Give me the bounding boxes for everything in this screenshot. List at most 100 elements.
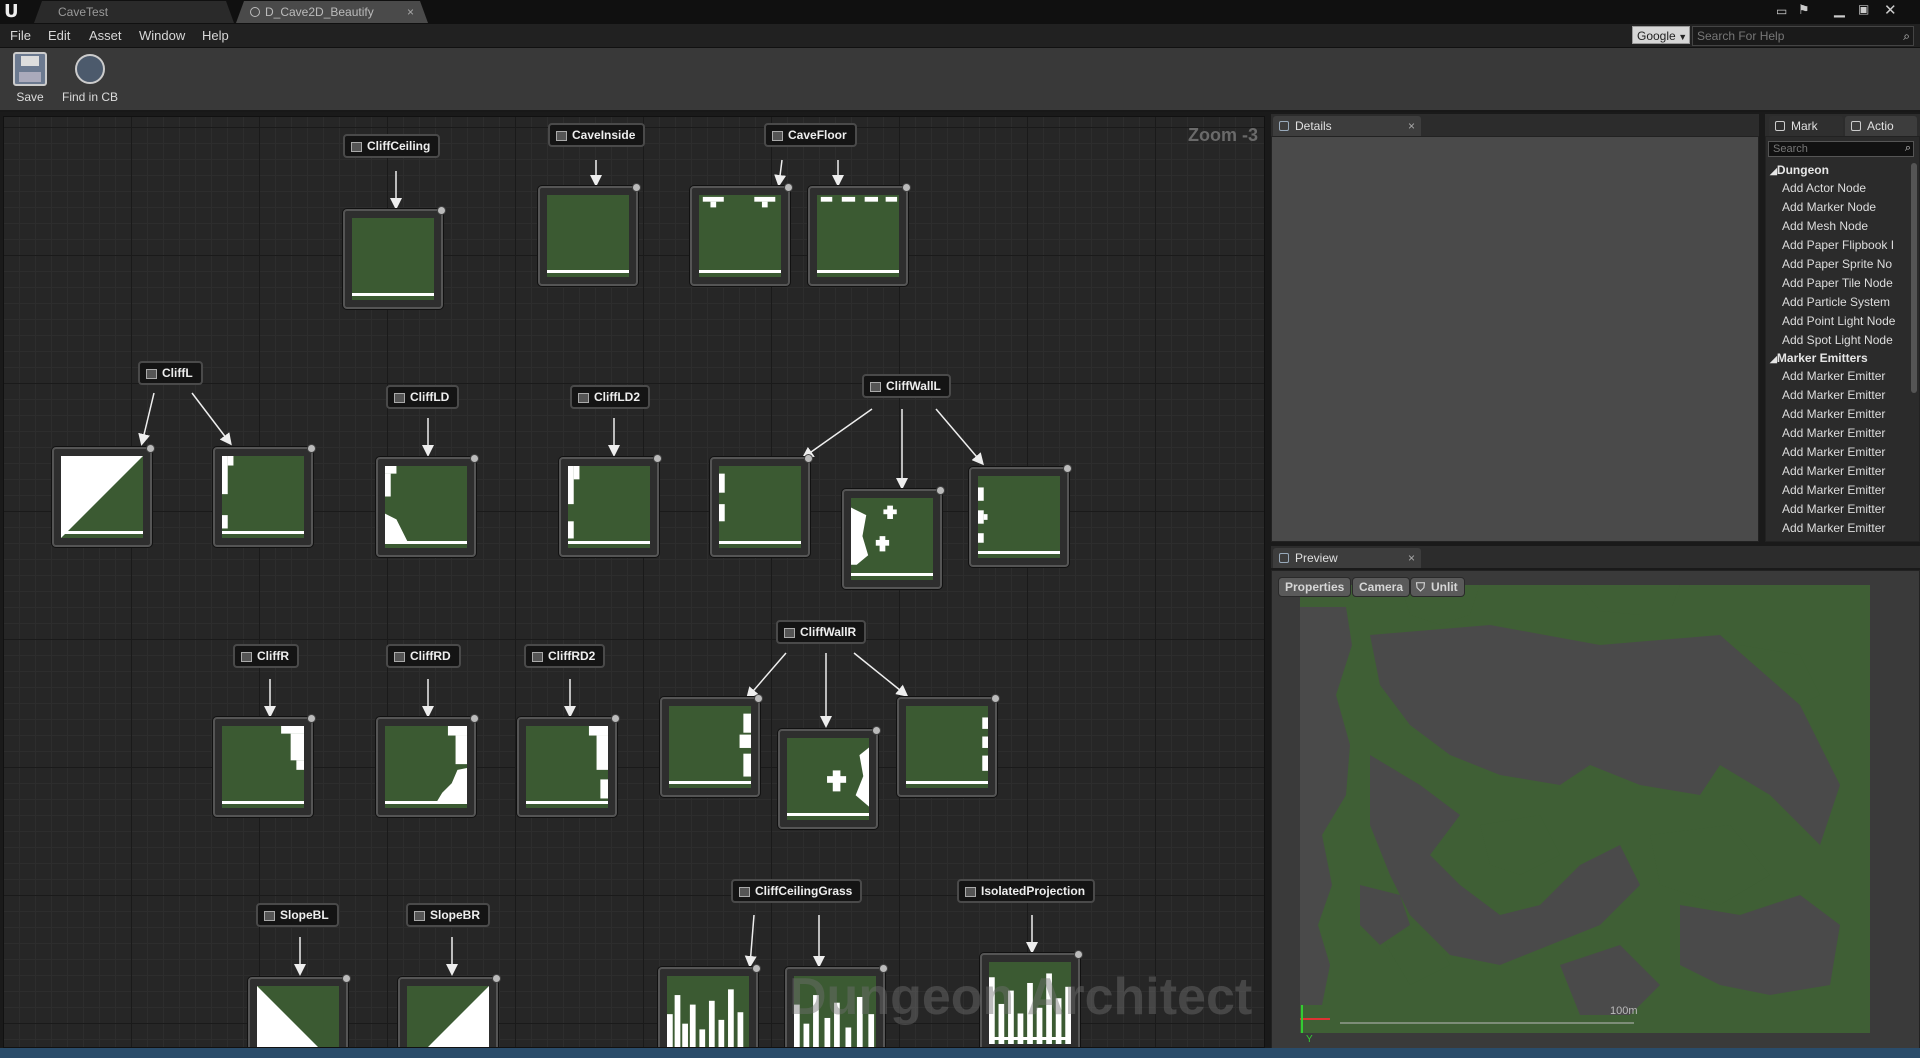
marker-node[interactable]: [897, 694, 1000, 797]
action-item[interactable]: Add Paper Flipbook I: [1782, 238, 1894, 252]
pin-icon[interactable]: [653, 454, 662, 463]
action-item[interactable]: Add Marker Emitter: [1782, 502, 1885, 516]
close-icon[interactable]: ×: [1408, 116, 1415, 136]
theme-graph-editor[interactable]: Zoom -3 CliffCeiling CaveInside CaveFloo…: [3, 116, 1265, 1048]
node-label-isolatedprojection[interactable]: IsolatedProjection: [957, 879, 1096, 903]
marker-node[interactable]: [343, 206, 446, 309]
pin-icon[interactable]: [307, 714, 316, 723]
chat-icon[interactable]: ▭: [1776, 4, 1787, 18]
menu-file[interactable]: File: [10, 28, 31, 43]
marker-node[interactable]: [538, 183, 641, 286]
marker-node[interactable]: [517, 714, 620, 817]
marker-node[interactable]: [969, 464, 1072, 567]
camera-button[interactable]: Camera: [1352, 577, 1411, 597]
tab-preview[interactable]: Preview ×: [1273, 548, 1421, 568]
node-label-cliffld[interactable]: CliffLD: [386, 385, 460, 409]
node-label-cliffceilinggrass[interactable]: CliffCeilingGrass: [731, 879, 863, 903]
node-label-cavefloor[interactable]: CaveFloor: [764, 123, 857, 147]
marker-node[interactable]: [842, 486, 945, 589]
node-label-cliffr[interactable]: CliffR: [233, 644, 299, 668]
node-label-cliffwalll[interactable]: CliffWallL: [862, 374, 951, 398]
action-item[interactable]: Add Marker Emitter: [1782, 407, 1885, 421]
tab-mark[interactable]: Mark: [1769, 116, 1843, 136]
action-item[interactable]: Add Point Light Node: [1782, 314, 1895, 328]
unreal-logo-icon[interactable]: U: [4, 3, 22, 21]
marker-node[interactable]: [778, 726, 881, 829]
pin-icon[interactable]: [470, 714, 479, 723]
node-label-cliffrd2[interactable]: CliffRD2: [524, 644, 606, 668]
action-item[interactable]: Add Marker Emitter: [1782, 388, 1885, 402]
pin-icon[interactable]: [784, 183, 793, 192]
marker-node[interactable]: [559, 454, 662, 557]
action-item[interactable]: Add Actor Node: [1782, 181, 1866, 195]
tab-cavetest[interactable]: CaveTest: [34, 1, 234, 23]
unlit-button[interactable]: ⛉ Unlit: [1410, 577, 1465, 597]
marker-node[interactable]: [213, 714, 316, 817]
node-label-cliffwallr[interactable]: CliffWallR: [776, 620, 867, 644]
marker-node[interactable]: [710, 454, 813, 557]
marker-node[interactable]: [660, 694, 763, 797]
pin-icon[interactable]: [1074, 950, 1083, 959]
category-dungeon[interactable]: ◢Dungeon: [1770, 163, 1829, 177]
tab-actions[interactable]: Actio: [1845, 116, 1917, 136]
marker-node[interactable]: [690, 183, 793, 286]
help-search-input[interactable]: Search For Help ⌕: [1692, 26, 1914, 46]
action-item[interactable]: Add Particle System: [1782, 295, 1890, 309]
notification-icon[interactable]: ⚑: [1798, 3, 1810, 18]
pin-icon[interactable]: [307, 444, 316, 453]
search-engine-select[interactable]: Google ▼: [1632, 26, 1690, 44]
pin-icon[interactable]: [470, 454, 479, 463]
pin-icon[interactable]: [492, 974, 501, 983]
tab-details[interactable]: Details ×: [1273, 116, 1421, 136]
pin-icon[interactable]: [936, 486, 945, 495]
node-label-cliffld2[interactable]: CliffLD2: [570, 385, 650, 409]
pin-icon[interactable]: [1063, 464, 1072, 473]
tab-d-cave2d-beautify[interactable]: D_Cave2D_Beautify ×: [236, 1, 428, 23]
action-item[interactable]: Add Marker Node: [1782, 200, 1876, 214]
action-item[interactable]: Add Marker Emitter: [1782, 445, 1885, 459]
node-label-cliffl[interactable]: CliffL: [138, 361, 203, 385]
minimize-icon[interactable]: ▁: [1834, 2, 1845, 18]
pin-icon[interactable]: [804, 454, 813, 463]
marker-node[interactable]: [398, 974, 501, 1047]
properties-button[interactable]: Properties: [1278, 577, 1352, 597]
find-in-cb-button[interactable]: Find in CB: [60, 50, 120, 108]
pin-icon[interactable]: [437, 206, 446, 215]
action-item[interactable]: Add Marker Emitter: [1782, 483, 1885, 497]
node-label-cliffceiling[interactable]: CliffCeiling: [343, 134, 441, 158]
close-icon[interactable]: ×: [1408, 548, 1415, 568]
action-item[interactable]: Add Spot Light Node: [1782, 333, 1893, 347]
node-label-slopebl[interactable]: SlopeBL: [256, 903, 339, 927]
pin-icon[interactable]: [991, 694, 1000, 703]
pin-icon[interactable]: [872, 726, 881, 735]
node-label-caveinside[interactable]: CaveInside: [548, 123, 646, 147]
action-item[interactable]: Add Mesh Node: [1782, 219, 1868, 233]
preview-viewport[interactable]: Properties Camera ⛉ Unlit 100m Y: [1271, 570, 1920, 1050]
marker-node[interactable]: [658, 964, 761, 1047]
pin-icon[interactable]: [342, 974, 351, 983]
node-label-slopebr[interactable]: SlopeBR: [406, 903, 491, 927]
action-item[interactable]: Add Marker Emitter: [1782, 369, 1885, 383]
pin-icon[interactable]: [611, 714, 620, 723]
close-icon[interactable]: ✕: [1884, 1, 1897, 19]
pin-icon[interactable]: [752, 964, 761, 973]
menu-help[interactable]: Help: [202, 28, 229, 43]
node-label-cliffrd[interactable]: CliffRD: [386, 644, 461, 668]
maximize-icon[interactable]: ▣: [1858, 2, 1869, 16]
marker-node[interactable]: [376, 714, 479, 817]
action-item[interactable]: Add Marker Emitter: [1782, 464, 1885, 478]
marker-node[interactable]: [213, 444, 316, 547]
marker-node[interactable]: [52, 444, 155, 547]
pin-icon[interactable]: [146, 444, 155, 453]
marker-node[interactable]: [808, 183, 911, 286]
close-tab-icon[interactable]: ×: [407, 1, 414, 23]
pin-icon[interactable]: [754, 694, 763, 703]
menu-window[interactable]: Window: [139, 28, 185, 43]
menu-asset[interactable]: Asset: [89, 28, 122, 43]
pin-icon[interactable]: [902, 183, 911, 192]
action-item[interactable]: Add Paper Tile Node: [1782, 276, 1893, 290]
scrollbar[interactable]: [1911, 163, 1917, 393]
marker-node[interactable]: [248, 974, 351, 1047]
action-item[interactable]: Add Marker Emitter: [1782, 426, 1885, 440]
save-button[interactable]: Save: [2, 50, 58, 108]
